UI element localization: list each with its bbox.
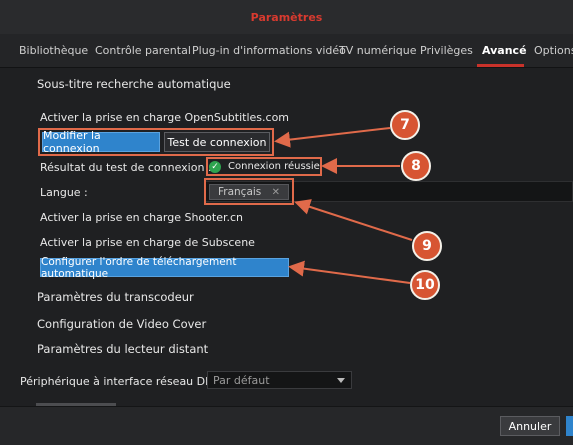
tab-avance[interactable]: Avancé (482, 44, 527, 57)
title-bar: Paramètres (0, 0, 573, 35)
highlight-language-chip (204, 178, 294, 205)
tab-controle-parental[interactable]: Contrôle parental (95, 44, 191, 57)
annotation-badge-8: 8 (401, 151, 431, 181)
dlna-select[interactable]: Par défaut (207, 371, 352, 389)
section-subtitles-title: Sous-titre recherche automatique (37, 77, 231, 91)
test-result-label: Résultat du test de connexion : (40, 161, 212, 174)
chevron-down-icon (337, 377, 345, 383)
dlna-label: Périphérique à interface réseau DLNA : (20, 375, 235, 388)
subscene-label: Activer la prise en charge de Subscene (40, 236, 255, 249)
annotation-badge-9: 9 (412, 231, 442, 261)
highlight-test-result (206, 157, 322, 176)
tab-tv-numerique[interactable]: TV numérique (339, 44, 416, 57)
dlna-selected-value: Par défaut (213, 373, 270, 387)
ok-button[interactable] (566, 416, 573, 436)
annotation-badge-10: 10 (410, 270, 440, 300)
section-videocover[interactable]: Configuration de Video Cover (37, 317, 206, 331)
tab-bar: Bibliothèque Contrôle parental Plug-in d… (0, 34, 573, 68)
tab-plugin-informations-video[interactable]: Plug-in d'informations vidéo (192, 44, 346, 57)
section-remote-player[interactable]: Paramètres du lecteur distant (37, 342, 208, 356)
cancel-button[interactable]: Annuler (500, 416, 560, 436)
shooter-label: Activer la prise en charge Shooter.cn (40, 211, 243, 224)
active-tab-indicator (477, 64, 524, 67)
tab-options[interactable]: Options (534, 44, 573, 57)
dialog-footer: Annuler (0, 406, 573, 445)
configure-download-order-button[interactable]: Configurer l'ordre de téléchargement aut… (40, 256, 289, 280)
section-transcoder[interactable]: Paramètres du transcodeur (37, 290, 194, 304)
opensubtitles-label: Activer la prise en charge OpenSubtitles… (40, 111, 290, 124)
annotation-badge-7: 7 (390, 110, 420, 140)
language-label: Langue : (40, 186, 88, 199)
tab-bibliotheque[interactable]: Bibliothèque (19, 44, 88, 57)
highlight-connection-buttons (38, 128, 274, 156)
window-title: Paramètres (250, 10, 323, 24)
tab-privileges[interactable]: Privilèges (420, 44, 473, 57)
